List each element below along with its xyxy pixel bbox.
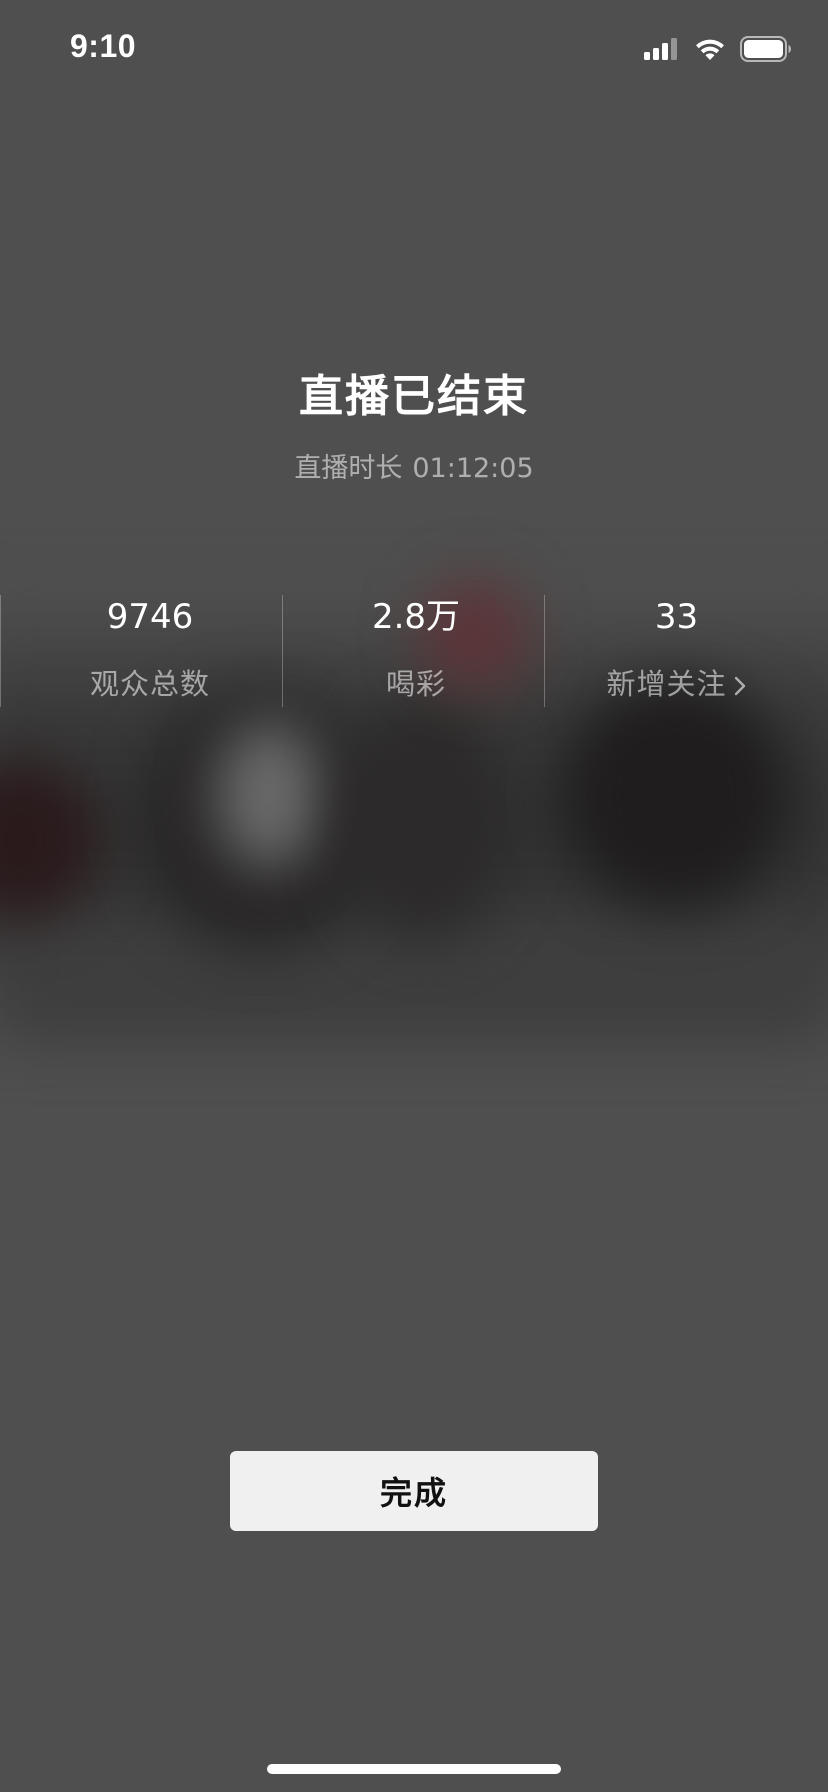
background-blur-shape (340, 700, 510, 940)
signal-icon (644, 38, 677, 60)
home-indicator[interactable] (267, 1764, 561, 1774)
battery-icon (740, 36, 791, 62)
stat-divider (0, 595, 1, 707)
status-icons (644, 34, 792, 64)
live-duration-label: 直播时长 (294, 453, 403, 484)
live-ended-screen: 9:10 直播已结束 直播时长 01:12:05 9746 观众总数 2.8万 … (0, 0, 828, 1792)
background-blur-floor (0, 930, 828, 1040)
stat-new-followers[interactable]: 33 新增关注 (545, 595, 808, 707)
live-ended-title: 直播已结束 (299, 371, 529, 422)
status-bar: 9:10 (0, 0, 828, 96)
status-time: 9:10 (70, 28, 137, 64)
live-duration-value: 01:12:05 (412, 453, 534, 484)
wifi-icon (696, 39, 724, 60)
background-blur-shape (215, 720, 325, 870)
stat-total-viewers: 9746 观众总数 (10, 595, 290, 707)
stat-cheers: 2.8万 喝彩 (290, 595, 542, 707)
stat-value: 9746 (106, 597, 194, 637)
stat-value: 33 (654, 597, 699, 637)
new-followers-link[interactable]: 新增关注 (545, 665, 808, 703)
done-button[interactable]: 完成 (230, 1451, 598, 1531)
stat-divider (282, 595, 283, 707)
stat-label: 喝彩 (385, 667, 446, 701)
live-stats: 9746 观众总数 2.8万 喝彩 33 新增关注 (0, 595, 828, 707)
stat-label: 观众总数 (89, 667, 210, 701)
stat-label: 新增关注 (606, 667, 727, 701)
stat-value: 2.8万 (371, 597, 461, 637)
chevron-right-icon (734, 676, 745, 696)
live-duration: 直播时长 01:12:05 (0, 446, 828, 485)
background-blur-shape (560, 680, 790, 910)
